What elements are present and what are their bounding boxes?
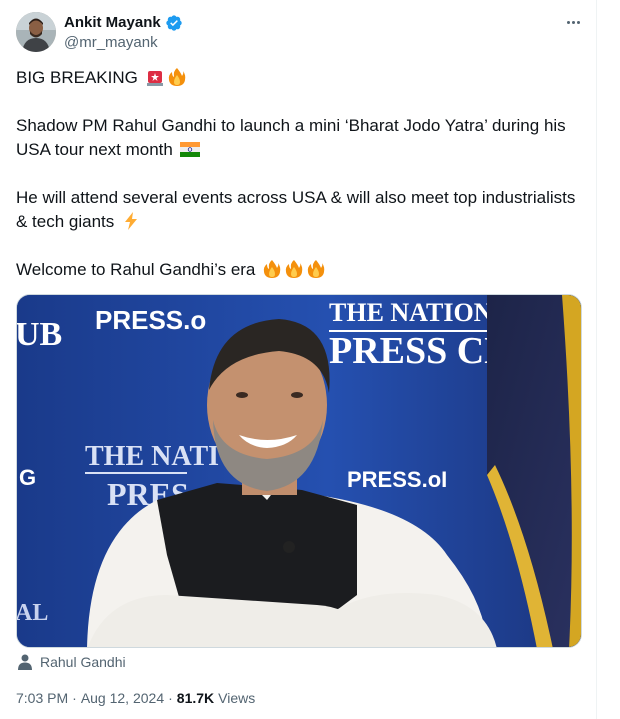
verified-badge-icon: [166, 15, 182, 31]
tagged-person-name[interactable]: Rahul Gandhi: [40, 652, 126, 672]
author-avatar[interactable]: [16, 12, 56, 52]
author-handle[interactable]: @mr_mayank: [64, 33, 158, 53]
india-flag-emoji: [179, 142, 200, 157]
fire-emoji: [263, 260, 281, 278]
welcome-text: Welcome to Rahul Gandhi’s era: [16, 260, 256, 279]
tweet-line-events: He will attend several events across USA…: [16, 186, 586, 234]
tweet-photo[interactable]: PRESS.o THE NATIONAL PRESS CLUB UB THE N…: [16, 294, 582, 648]
lightning-emoji: [125, 212, 138, 230]
backdrop-text: PRESS.o: [95, 305, 206, 335]
backdrop-text: G: [19, 465, 36, 490]
more-horizontal-icon: [566, 20, 570, 24]
tweet-card[interactable]: Ankit Mayank @mr_mayank BIG BREAKING Sha…: [0, 0, 597, 719]
siren-emoji: [146, 71, 163, 86]
tweet-date[interactable]: Aug 12, 2024: [81, 688, 164, 708]
backdrop-text: THE NATI: [85, 441, 219, 472]
views-count[interactable]: 81.7K: [177, 688, 214, 708]
backdrop-text: AL: [17, 600, 48, 626]
tweet-line-headline: BIG BREAKING: [16, 66, 586, 90]
meta-separator: ·: [168, 690, 173, 706]
fire-emoji: [285, 260, 303, 278]
more-horizontal-icon: [571, 20, 575, 24]
person-icon: [18, 654, 32, 670]
announcement-text: Shadow PM Rahul Gandhi to launch a mini …: [16, 116, 566, 159]
meta-separator: ·: [72, 690, 77, 706]
tweet-line-welcome: Welcome to Rahul Gandhi’s era: [16, 258, 586, 282]
views-label: Views: [218, 690, 256, 706]
backdrop-text: UB: [17, 316, 62, 353]
more-horizontal-icon: [576, 20, 580, 24]
tweet-text: BIG BREAKING Shadow PM Rahul Gandhi to l…: [16, 66, 586, 282]
tagged-people[interactable]: Rahul Gandhi: [18, 652, 126, 672]
more-options-button[interactable]: [560, 12, 586, 32]
fire-emoji: [307, 260, 325, 278]
backdrop-text: PRESS.oI: [347, 467, 447, 492]
tweet-metadata: 7:03 PM · Aug 12, 2024 · 81.7K Views: [16, 688, 255, 708]
tweet-time[interactable]: 7:03 PM: [16, 688, 68, 708]
fire-emoji: [168, 68, 185, 86]
events-text: He will attend several events across USA…: [16, 188, 576, 231]
author-name[interactable]: Ankit Mayank: [64, 13, 161, 33]
headline-text: BIG BREAKING: [16, 68, 138, 87]
tweet-line-announcement: Shadow PM Rahul Gandhi to launch a mini …: [16, 114, 586, 162]
